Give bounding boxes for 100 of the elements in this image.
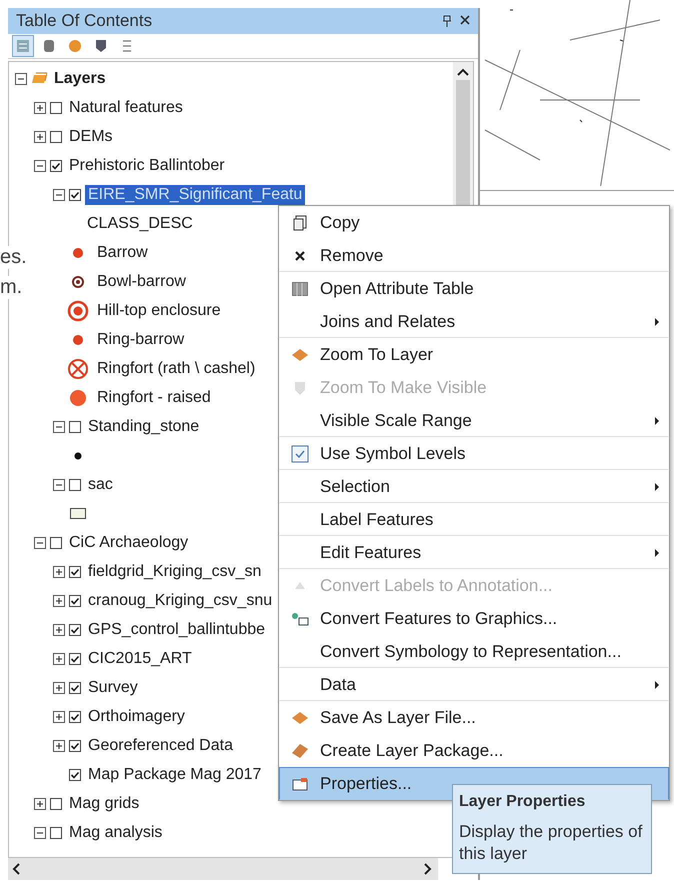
collapse-icon[interactable]	[53, 188, 65, 200]
checkbox[interactable]	[50, 536, 62, 548]
expand-icon[interactable]	[53, 710, 65, 722]
checkbox[interactable]	[50, 102, 62, 114]
table-icon	[292, 282, 308, 296]
layers-icon	[31, 72, 47, 86]
tree-item[interactable]: Survey	[85, 678, 141, 698]
collapse-icon[interactable]	[15, 72, 27, 84]
menu-item[interactable]: Save As Layer File...	[279, 701, 669, 734]
tree-item[interactable]: Prehistoric Ballintober	[66, 156, 228, 176]
menu-item[interactable]: Remove	[279, 239, 669, 272]
package-icon	[291, 742, 309, 758]
menu-item[interactable]: Joins and Relates	[279, 305, 669, 338]
tree-item[interactable]: Mag analysis	[66, 822, 166, 842]
checkbox[interactable]	[69, 624, 81, 636]
legend-label: Hill-top enclosure	[96, 300, 222, 320]
tooltip-text: Display the properties of this layer	[459, 821, 644, 866]
menu-item[interactable]: Convert Features to Graphics...	[279, 602, 669, 635]
checkbox[interactable]	[50, 798, 62, 810]
checkbox[interactable]	[69, 652, 81, 664]
scroll-left-icon[interactable]	[12, 863, 20, 875]
checkbox[interactable]	[50, 130, 62, 142]
expand-icon[interactable]	[34, 102, 46, 114]
checkbox[interactable]	[69, 740, 81, 752]
tree-item[interactable]: cranoug_Kriging_csv_snu	[85, 590, 276, 610]
ring-symbol-icon	[67, 300, 89, 322]
legend-label: Barrow	[96, 242, 149, 262]
checkbox[interactable]	[69, 682, 81, 694]
checkbox[interactable]	[50, 826, 62, 838]
submenu-arrow-icon	[654, 680, 660, 690]
checkbox[interactable]	[69, 478, 81, 490]
checkbox[interactable]	[69, 594, 81, 606]
expand-icon[interactable]	[53, 594, 65, 606]
tree-item[interactable]: fieldgrid_Kriging_csv_sn	[85, 562, 264, 582]
close-icon[interactable]	[460, 15, 470, 25]
close-icon	[295, 250, 305, 260]
checkbox[interactable]	[69, 710, 81, 722]
checkbox[interactable]	[69, 420, 81, 432]
menu-item[interactable]: Use Symbol Levels	[279, 437, 669, 470]
collapse-icon[interactable]	[53, 420, 65, 432]
crossed-circle-symbol-icon	[67, 358, 89, 380]
tree-item[interactable]: CiC Archaeology	[66, 532, 192, 552]
field-heading: CLASS_DESC	[86, 214, 194, 234]
copy-icon	[293, 214, 307, 230]
tree-item[interactable]: Orthoimagery	[85, 706, 188, 726]
collapse-icon[interactable]	[34, 826, 46, 838]
polygon-symbol-icon	[70, 508, 86, 519]
checkbox[interactable]	[69, 768, 81, 780]
expand-icon[interactable]	[53, 624, 65, 636]
page-text-fragment: m.	[0, 276, 22, 299]
expand-icon[interactable]	[34, 130, 46, 142]
menu-item[interactable]: Zoom To Layer	[279, 338, 669, 371]
tree-item[interactable]: CIC2015_ART	[85, 648, 195, 668]
checkbox[interactable]	[69, 188, 81, 200]
collapse-icon[interactable]	[34, 160, 46, 172]
expand-icon[interactable]	[34, 798, 46, 810]
dot-symbol-icon	[71, 246, 85, 260]
menu-item[interactable]: Copy	[279, 206, 669, 239]
tree-item[interactable]: Layers	[51, 68, 109, 88]
menu-item[interactable]: Convert Symbology to Representation...	[279, 635, 669, 668]
menu-item[interactable]: Data	[279, 668, 669, 701]
pin-icon[interactable]	[442, 15, 452, 27]
tree-item[interactable]: sac	[85, 474, 116, 494]
collapse-icon[interactable]	[34, 536, 46, 548]
menu-item[interactable]: Open Attribute Table	[279, 272, 669, 305]
dot-symbol-icon	[68, 388, 88, 408]
tree-item[interactable]: Georeferenced Data	[85, 736, 236, 756]
expand-icon[interactable]	[53, 682, 65, 694]
menu-item[interactable]: Create Layer Package...	[279, 734, 669, 767]
menu-item[interactable]: Selection	[279, 470, 669, 503]
scroll-up-icon[interactable]	[457, 68, 469, 76]
tree-item[interactable]: Standing_stone	[85, 416, 202, 436]
tree-item[interactable]: Map Package Mag 2017	[85, 764, 264, 784]
horizontal-scrollbar[interactable]	[8, 858, 438, 880]
scroll-right-icon[interactable]	[424, 863, 432, 875]
tree-item[interactable]: EIRE_SMR_Significant_Featu	[85, 184, 306, 204]
checkbox-icon	[291, 444, 309, 462]
ring-dot-symbol-icon	[71, 274, 85, 288]
tree-item[interactable]: GPS_control_ballintubbe	[85, 620, 268, 640]
layers-icon	[15, 38, 31, 54]
menu-item[interactable]: Label Features	[279, 503, 669, 536]
expand-icon[interactable]	[53, 652, 65, 664]
legend-label: Bowl-barrow	[96, 272, 187, 292]
menu-item[interactable]: Visible Scale Range	[279, 404, 669, 437]
legend-label: Ringfort (rath \ cashel)	[96, 358, 256, 378]
shapes-icon	[291, 612, 309, 626]
menu-item[interactable]: Edit Features	[279, 536, 669, 569]
globe-icon	[67, 38, 83, 54]
dot-symbol-icon	[71, 332, 85, 346]
checkbox[interactable]	[50, 160, 62, 172]
dot-symbol-icon	[74, 452, 82, 460]
tree-item[interactable]: DEMs	[66, 126, 116, 146]
properties-icon	[292, 776, 308, 790]
legend-label: Ring-barrow	[96, 330, 186, 350]
expand-icon[interactable]	[53, 740, 65, 752]
collapse-icon[interactable]	[53, 478, 65, 490]
tree-item[interactable]: Mag grids	[66, 794, 142, 814]
tree-item[interactable]: Natural features	[66, 98, 186, 118]
checkbox[interactable]	[69, 566, 81, 578]
expand-icon[interactable]	[53, 566, 65, 578]
